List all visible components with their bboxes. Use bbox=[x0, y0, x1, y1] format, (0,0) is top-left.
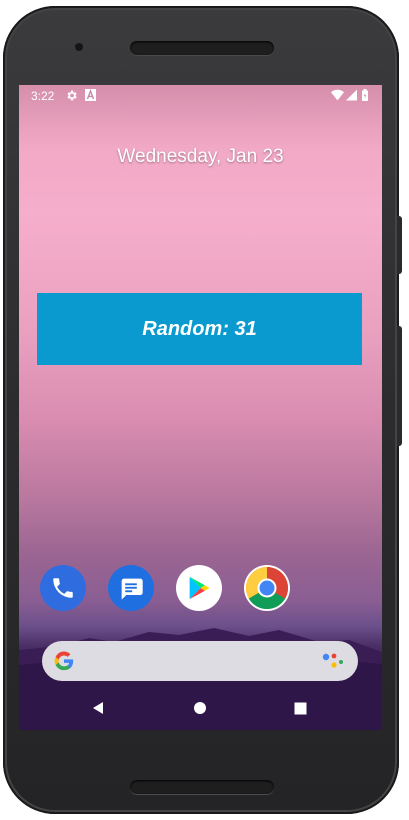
home-button[interactable] bbox=[188, 696, 212, 720]
home-screen: 3:22 Wednesday, Jan 23 Random: 31 bbox=[19, 85, 382, 730]
cell-signal-icon bbox=[346, 89, 357, 101]
home-date[interactable]: Wednesday, Jan 23 bbox=[19, 146, 382, 168]
power-button[interactable] bbox=[397, 216, 402, 274]
front-camera bbox=[75, 43, 83, 51]
messages-icon bbox=[121, 578, 143, 600]
chrome-icon bbox=[245, 567, 289, 610]
top-speaker-grille bbox=[130, 41, 274, 55]
gear-icon bbox=[67, 90, 77, 101]
dock-app-phone[interactable] bbox=[40, 565, 86, 611]
play-store-icon bbox=[189, 576, 210, 600]
volume-rocker[interactable] bbox=[397, 326, 402, 446]
back-button[interactable] bbox=[86, 696, 110, 720]
back-icon bbox=[93, 702, 103, 714]
assistant-icon[interactable] bbox=[322, 652, 344, 670]
status-bar: 3:22 bbox=[19, 85, 382, 107]
a-notification-icon bbox=[85, 89, 96, 101]
phone-icon bbox=[53, 578, 73, 598]
dock-app-messages[interactable] bbox=[108, 565, 154, 611]
recents-icon bbox=[294, 702, 306, 714]
wifi-icon bbox=[331, 89, 344, 101]
google-search-bar[interactable] bbox=[42, 641, 358, 681]
bottom-speaker-grille bbox=[130, 780, 274, 794]
widget-text: Random: 31 bbox=[142, 317, 257, 340]
status-time: 3:22 bbox=[31, 89, 55, 103]
dock-app-chrome[interactable] bbox=[244, 565, 290, 611]
recents-button[interactable] bbox=[288, 696, 312, 720]
navigation-bar bbox=[19, 683, 382, 730]
dock-app-play-store[interactable] bbox=[176, 565, 222, 611]
battery-icon bbox=[362, 89, 368, 101]
home-icon bbox=[194, 702, 206, 714]
random-number-widget[interactable]: Random: 31 bbox=[37, 293, 362, 365]
google-g-icon bbox=[54, 651, 74, 671]
